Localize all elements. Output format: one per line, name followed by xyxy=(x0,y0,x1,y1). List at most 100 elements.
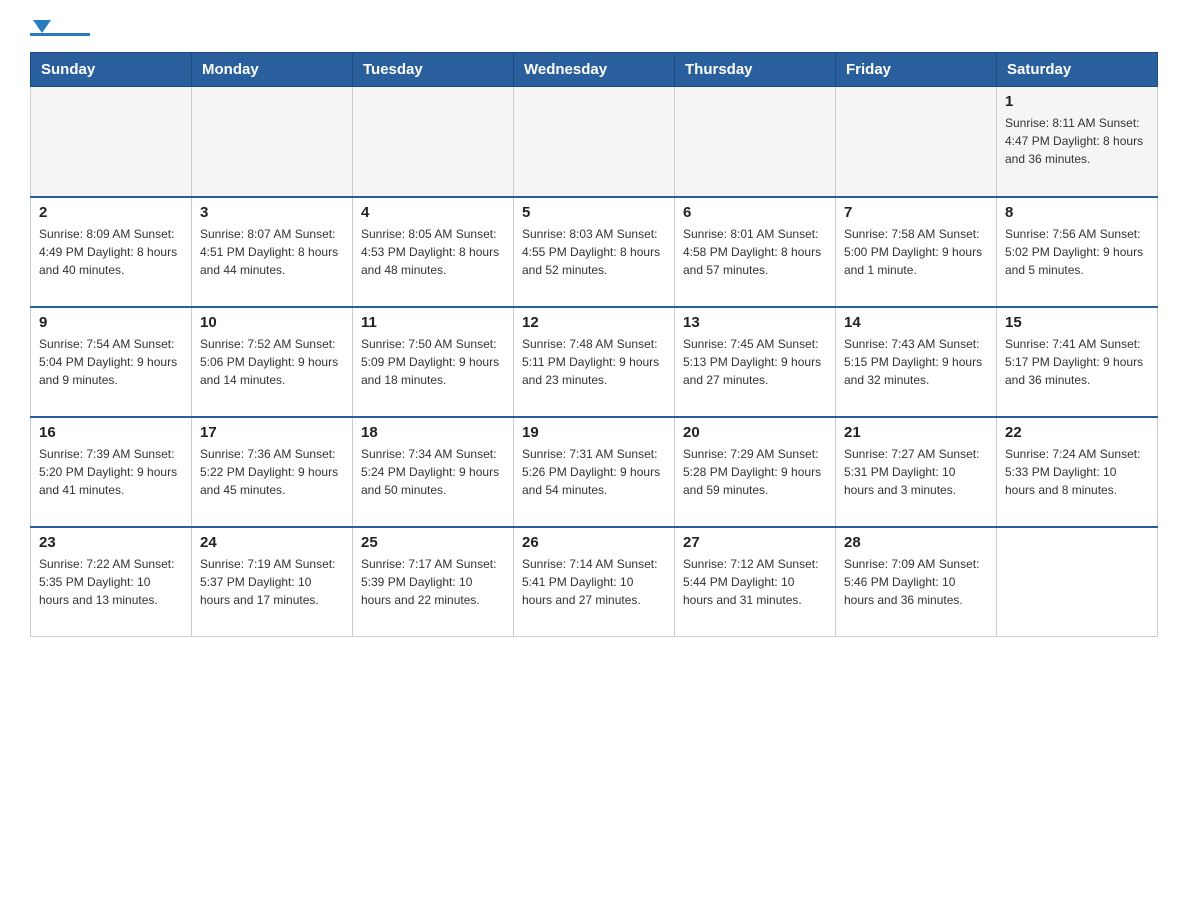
day-number: 10 xyxy=(200,314,344,331)
day-number: 17 xyxy=(200,424,344,441)
calendar-cell xyxy=(514,87,675,197)
day-number: 1 xyxy=(1005,93,1149,110)
calendar-week-3: 9 Sunrise: 7:54 AM Sunset: 5:04 PM Daylig… xyxy=(31,307,1158,417)
day-number: 28 xyxy=(844,534,988,551)
day-number: 8 xyxy=(1005,204,1149,221)
day-info: Sunrise: 8:11 AM Sunset: 4:47 PM Dayligh… xyxy=(1005,114,1149,168)
day-info: Sunrise: 7:17 AM Sunset: 5:39 PM Dayligh… xyxy=(361,555,505,609)
calendar-week-4: 16 Sunrise: 7:39 AM Sunset: 5:20 PM Dayli… xyxy=(31,417,1158,527)
day-info: Sunrise: 7:36 AM Sunset: 5:22 PM Dayligh… xyxy=(200,445,344,499)
day-info: Sunrise: 8:03 AM Sunset: 4:55 PM Dayligh… xyxy=(522,225,666,279)
weekday-header-tuesday: Tuesday xyxy=(353,53,514,87)
day-number: 24 xyxy=(200,534,344,551)
day-number: 4 xyxy=(361,204,505,221)
day-info: Sunrise: 8:05 AM Sunset: 4:53 PM Dayligh… xyxy=(361,225,505,279)
day-info: Sunrise: 7:14 AM Sunset: 5:41 PM Dayligh… xyxy=(522,555,666,609)
calendar-cell: 26 Sunrise: 7:14 AM Sunset: 5:41 PM Dayli… xyxy=(514,527,675,637)
calendar-week-2: 2 Sunrise: 8:09 AM Sunset: 4:49 PM Daylig… xyxy=(31,197,1158,307)
calendar-cell: 9 Sunrise: 7:54 AM Sunset: 5:04 PM Daylig… xyxy=(31,307,192,417)
day-number: 25 xyxy=(361,534,505,551)
calendar-cell: 15 Sunrise: 7:41 AM Sunset: 5:17 PM Dayli… xyxy=(997,307,1158,417)
calendar-cell: 25 Sunrise: 7:17 AM Sunset: 5:39 PM Dayli… xyxy=(353,527,514,637)
calendar-cell: 20 Sunrise: 7:29 AM Sunset: 5:28 PM Dayli… xyxy=(675,417,836,527)
calendar-cell: 17 Sunrise: 7:36 AM Sunset: 5:22 PM Dayli… xyxy=(192,417,353,527)
calendar-cell xyxy=(31,87,192,197)
calendar-cell: 22 Sunrise: 7:24 AM Sunset: 5:33 PM Dayli… xyxy=(997,417,1158,527)
day-info: Sunrise: 7:09 AM Sunset: 5:46 PM Dayligh… xyxy=(844,555,988,609)
weekday-header-saturday: Saturday xyxy=(997,53,1158,87)
day-number: 26 xyxy=(522,534,666,551)
day-info: Sunrise: 7:56 AM Sunset: 5:02 PM Dayligh… xyxy=(1005,225,1149,279)
day-number: 7 xyxy=(844,204,988,221)
day-info: Sunrise: 7:58 AM Sunset: 5:00 PM Dayligh… xyxy=(844,225,988,279)
calendar-cell: 4 Sunrise: 8:05 AM Sunset: 4:53 PM Daylig… xyxy=(353,197,514,307)
page-header xyxy=(30,20,1158,36)
day-info: Sunrise: 7:27 AM Sunset: 5:31 PM Dayligh… xyxy=(844,445,988,499)
day-number: 22 xyxy=(1005,424,1149,441)
day-info: Sunrise: 7:22 AM Sunset: 5:35 PM Dayligh… xyxy=(39,555,183,609)
day-info: Sunrise: 7:29 AM Sunset: 5:28 PM Dayligh… xyxy=(683,445,827,499)
day-info: Sunrise: 7:31 AM Sunset: 5:26 PM Dayligh… xyxy=(522,445,666,499)
day-number: 15 xyxy=(1005,314,1149,331)
day-info: Sunrise: 8:01 AM Sunset: 4:58 PM Dayligh… xyxy=(683,225,827,279)
day-number: 13 xyxy=(683,314,827,331)
day-number: 16 xyxy=(39,424,183,441)
day-number: 11 xyxy=(361,314,505,331)
calendar-cell: 5 Sunrise: 8:03 AM Sunset: 4:55 PM Daylig… xyxy=(514,197,675,307)
weekday-header-thursday: Thursday xyxy=(675,53,836,87)
calendar-table: SundayMondayTuesdayWednesdayThursdayFrid… xyxy=(30,52,1158,637)
calendar-cell: 14Sunrise: 7:43 AM Sunset: 5:15 PM Dayli… xyxy=(836,307,997,417)
day-number: 6 xyxy=(683,204,827,221)
day-info: Sunrise: 8:07 AM Sunset: 4:51 PM Dayligh… xyxy=(200,225,344,279)
day-info: Sunrise: 7:39 AM Sunset: 5:20 PM Dayligh… xyxy=(39,445,183,499)
day-number: 2 xyxy=(39,204,183,221)
day-info: Sunrise: 7:34 AM Sunset: 5:24 PM Dayligh… xyxy=(361,445,505,499)
calendar-cell: 2 Sunrise: 8:09 AM Sunset: 4:49 PM Daylig… xyxy=(31,197,192,307)
day-number: 5 xyxy=(522,204,666,221)
weekday-header-monday: Monday xyxy=(192,53,353,87)
day-info: Sunrise: 7:24 AM Sunset: 5:33 PM Dayligh… xyxy=(1005,445,1149,499)
calendar-cell: 23 Sunrise: 7:22 AM Sunset: 5:35 PM Dayli… xyxy=(31,527,192,637)
day-info: Sunrise: 7:50 AM Sunset: 5:09 PM Dayligh… xyxy=(361,335,505,389)
day-number: 18 xyxy=(361,424,505,441)
day-number: 20 xyxy=(683,424,827,441)
day-info: Sunrise: 8:09 AM Sunset: 4:49 PM Dayligh… xyxy=(39,225,183,279)
day-info: Sunrise: 7:45 AM Sunset: 5:13 PM Dayligh… xyxy=(683,335,827,389)
day-info: Sunrise: 7:54 AM Sunset: 5:04 PM Dayligh… xyxy=(39,335,183,389)
logo xyxy=(30,20,90,36)
day-number: 12 xyxy=(522,314,666,331)
calendar-cell: 7 Sunrise: 7:58 AM Sunset: 5:00 PM Daylig… xyxy=(836,197,997,307)
weekday-header-wednesday: Wednesday xyxy=(514,53,675,87)
weekday-header-sunday: Sunday xyxy=(31,53,192,87)
day-info: Sunrise: 7:19 AM Sunset: 5:37 PM Dayligh… xyxy=(200,555,344,609)
calendar-cell: 10 Sunrise: 7:52 AM Sunset: 5:06 PM Dayli… xyxy=(192,307,353,417)
day-info: Sunrise: 7:48 AM Sunset: 5:11 PM Dayligh… xyxy=(522,335,666,389)
calendar-cell: 6 Sunrise: 8:01 AM Sunset: 4:58 PM Daylig… xyxy=(675,197,836,307)
weekday-header-friday: Friday xyxy=(836,53,997,87)
calendar-cell: 19 Sunrise: 7:31 AM Sunset: 5:26 PM Dayli… xyxy=(514,417,675,527)
calendar-cell: 11 Sunrise: 7:50 AM Sunset: 5:09 PM Dayli… xyxy=(353,307,514,417)
calendar-cell: 8 Sunrise: 7:56 AM Sunset: 5:02 PM Daylig… xyxy=(997,197,1158,307)
logo-underline xyxy=(30,33,90,36)
calendar-header-row: SundayMondayTuesdayWednesdayThursdayFrid… xyxy=(31,53,1158,87)
calendar-cell xyxy=(997,527,1158,637)
calendar-cell: 28 Sunrise: 7:09 AM Sunset: 5:46 PM Dayli… xyxy=(836,527,997,637)
day-info: Sunrise: 7:41 AM Sunset: 5:17 PM Dayligh… xyxy=(1005,335,1149,389)
day-number: 9 xyxy=(39,314,183,331)
day-number: 23 xyxy=(39,534,183,551)
day-number: 21 xyxy=(844,424,988,441)
calendar-cell: 27Sunrise: 7:12 AM Sunset: 5:44 PM Dayli… xyxy=(675,527,836,637)
calendar-cell: 12 Sunrise: 7:48 AM Sunset: 5:11 PM Dayli… xyxy=(514,307,675,417)
day-number: 19 xyxy=(522,424,666,441)
day-number: 3 xyxy=(200,204,344,221)
calendar-cell: 16 Sunrise: 7:39 AM Sunset: 5:20 PM Dayli… xyxy=(31,417,192,527)
day-info: Sunrise: 7:12 AM Sunset: 5:44 PM Dayligh… xyxy=(683,555,827,609)
calendar-cell: 21 Sunrise: 7:27 AM Sunset: 5:31 PM Dayli… xyxy=(836,417,997,527)
calendar-cell xyxy=(675,87,836,197)
day-info: Sunrise: 7:52 AM Sunset: 5:06 PM Dayligh… xyxy=(200,335,344,389)
calendar-cell xyxy=(353,87,514,197)
calendar-cell: 1 Sunrise: 8:11 AM Sunset: 4:47 PM Daylig… xyxy=(997,87,1158,197)
calendar-cell: 18 Sunrise: 7:34 AM Sunset: 5:24 PM Dayli… xyxy=(353,417,514,527)
calendar-week-1: 1 Sunrise: 8:11 AM Sunset: 4:47 PM Daylig… xyxy=(31,87,1158,197)
day-number: 14 xyxy=(844,314,988,331)
